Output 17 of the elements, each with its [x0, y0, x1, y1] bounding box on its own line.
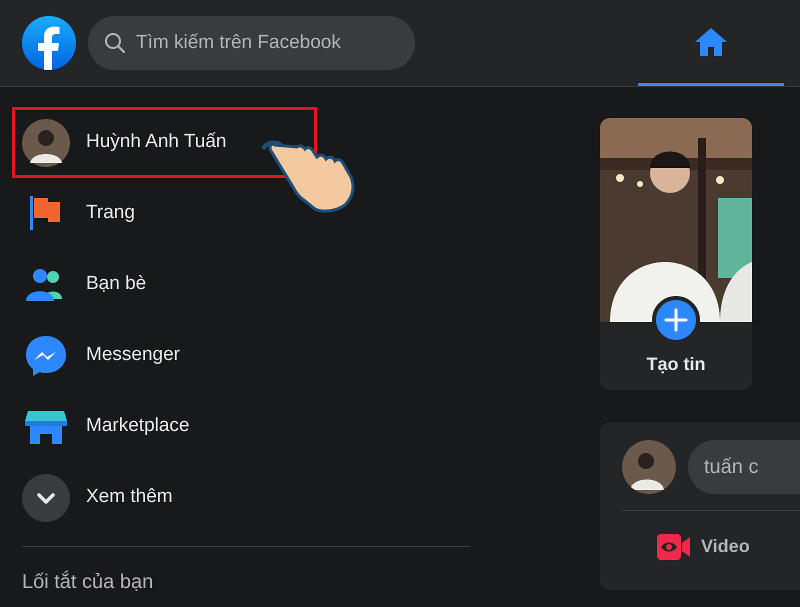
facebook-logo[interactable]	[22, 16, 76, 70]
story-label: Tạo tin	[646, 353, 706, 376]
search-field[interactable]: Tìm kiếm trên Facebook	[88, 16, 415, 70]
sidebar-item[interactable]: Bạn bè	[12, 249, 317, 320]
live-video-button[interactable]: Video	[657, 533, 750, 560]
section-title: Lối tắt của bạn	[22, 570, 154, 595]
avatar	[622, 440, 676, 494]
post-input-field[interactable]: tuấn c	[688, 440, 800, 494]
home-icon	[693, 26, 729, 58]
avatar	[22, 118, 70, 166]
video-camera-icon	[657, 534, 691, 560]
sidebar-item[interactable]: Messenger	[12, 320, 317, 391]
plus-icon	[664, 308, 688, 332]
sidebar-item[interactable]: Marketplace	[12, 391, 317, 462]
sidebar-item[interactable]: Xem thêm	[12, 462, 317, 533]
story-card[interactable]: Tạo tin	[600, 118, 752, 390]
chevron-down-icon	[22, 474, 70, 522]
